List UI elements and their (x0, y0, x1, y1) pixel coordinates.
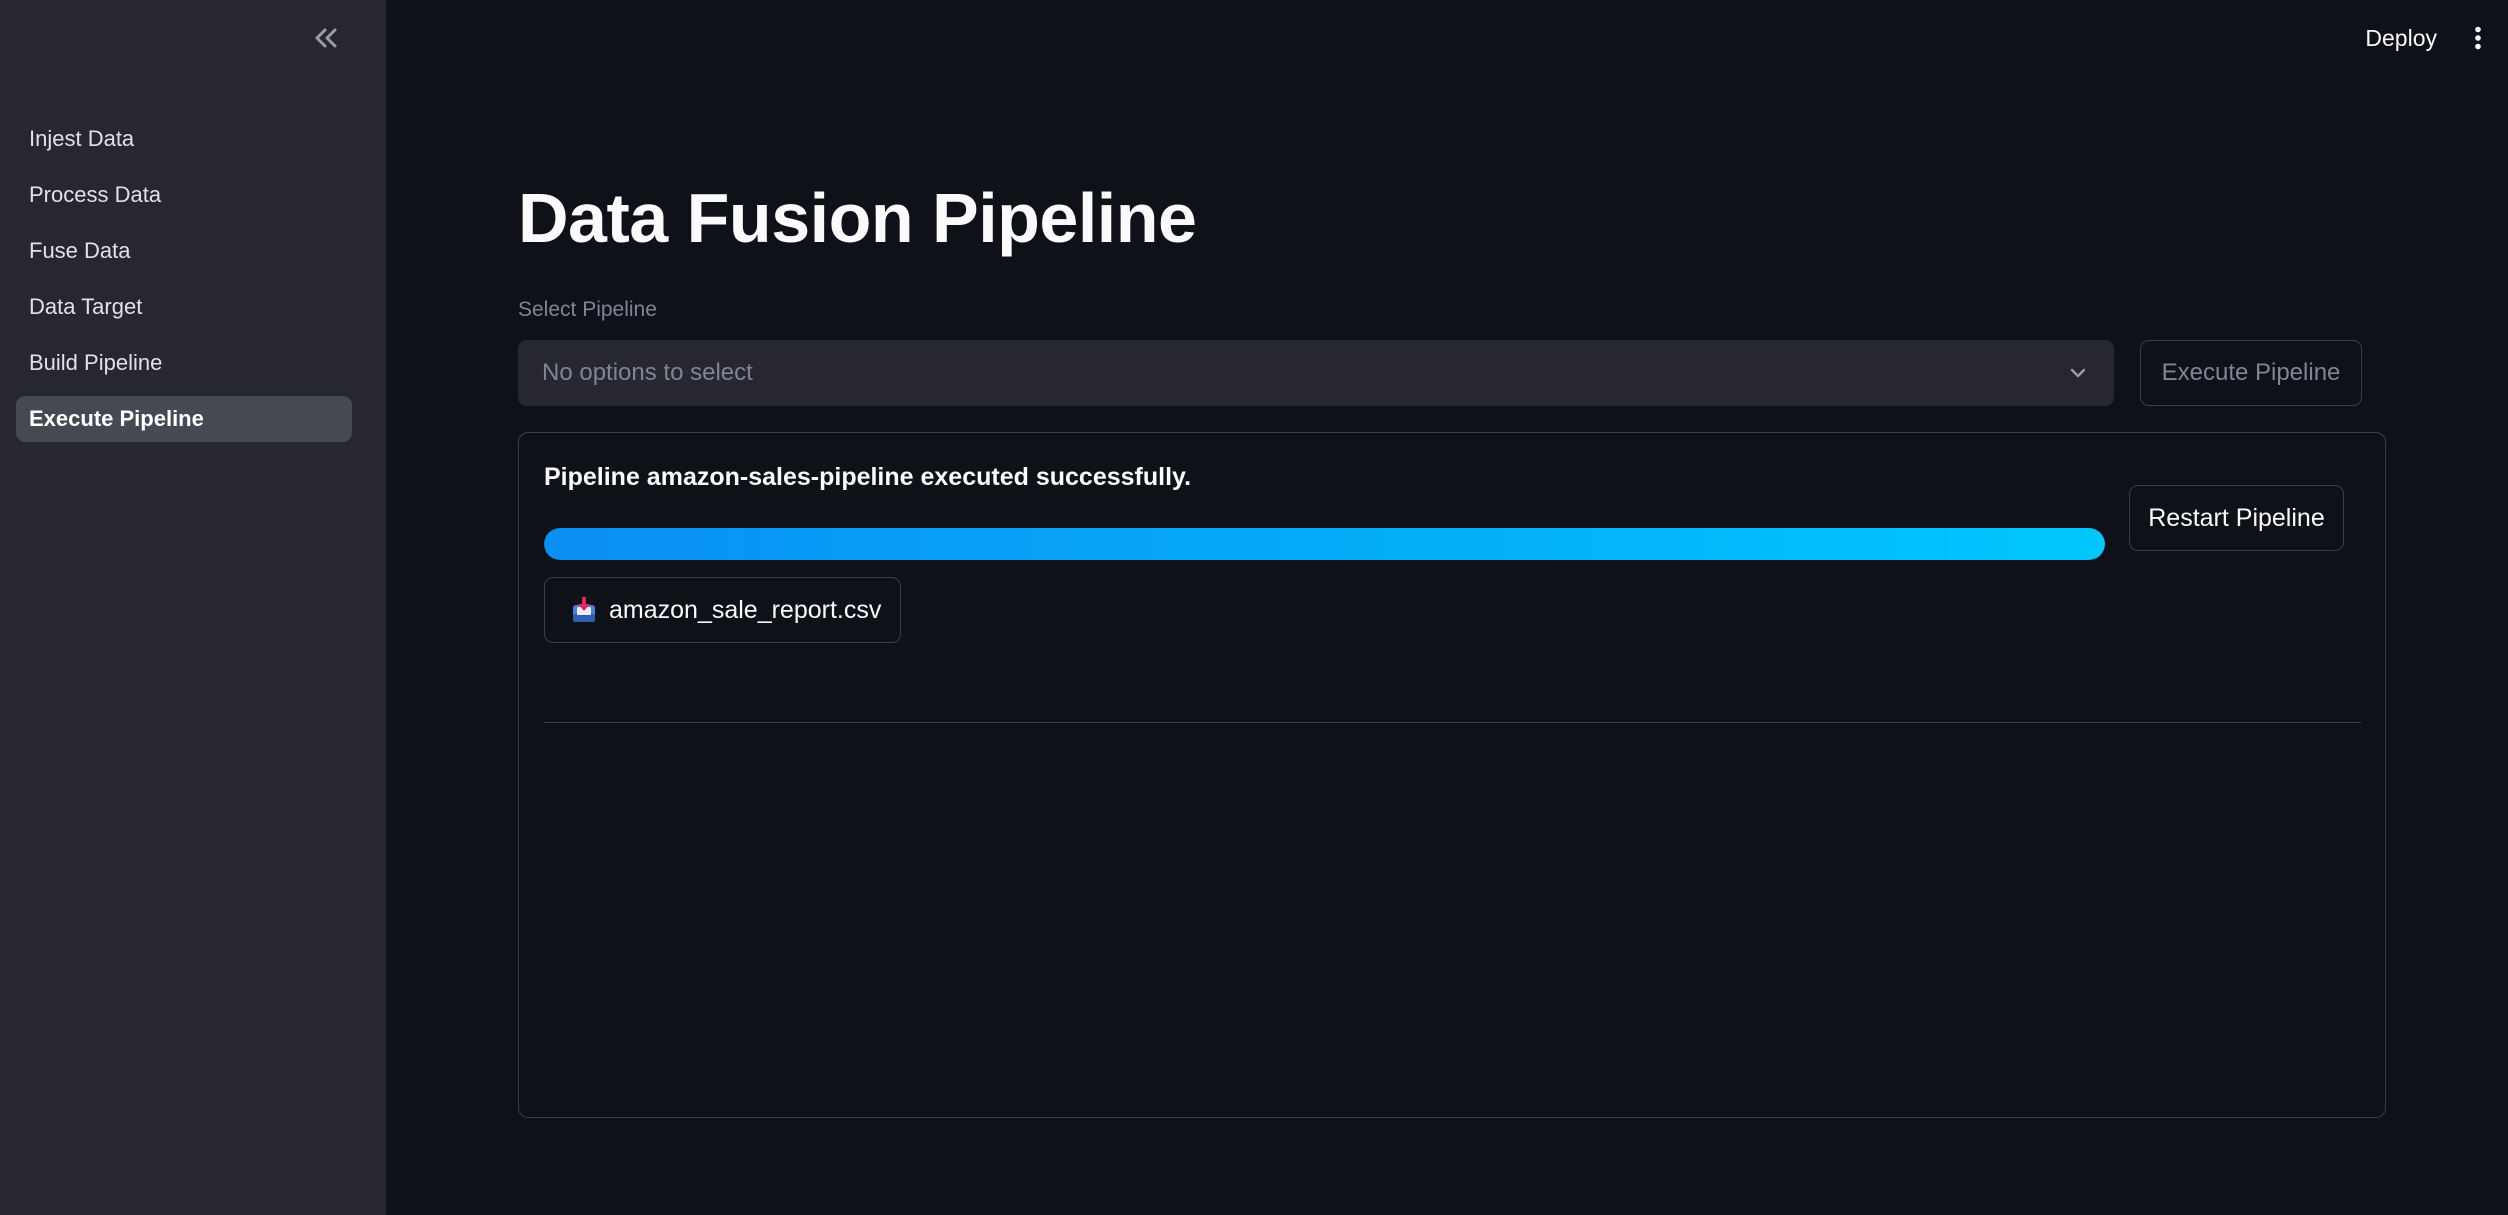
execute-pipeline-button[interactable]: Execute Pipeline (2140, 340, 2362, 406)
sidebar-item-data-target[interactable]: Data Target (16, 284, 352, 330)
main-menu-button[interactable] (2466, 22, 2490, 54)
file-download-chip[interactable]: amazon_sale_report.csv (544, 577, 902, 643)
progress-bar-fill (544, 528, 2105, 560)
file-name: amazon_sale_report.csv (609, 595, 882, 624)
restart-pipeline-button[interactable]: Restart Pipeline (2129, 485, 2344, 551)
double-chevron-left-icon (315, 28, 337, 48)
execute-pipeline-label: Execute Pipeline (2161, 359, 2341, 386)
progress-bar (544, 528, 2105, 560)
inbox-tray-icon (573, 597, 595, 622)
sidebar-item-injest-data[interactable]: Injest Data (16, 116, 352, 162)
chevron-down-icon (2070, 368, 2086, 378)
sidebar-item-label: Injest Data (29, 126, 135, 151)
sidebar-nav: Injest Data Process Data Fuse Data Data … (16, 116, 352, 452)
sidebar-item-fuse-data[interactable]: Fuse Data (16, 228, 352, 274)
select-pipeline-label: Select Pipeline (518, 298, 657, 321)
success-message: Pipeline amazon-sales-pipeline executed … (544, 463, 1192, 491)
page-title: Data Fusion Pipeline (518, 179, 1197, 257)
divider (544, 722, 2361, 723)
sidebar-item-label: Data Target (29, 294, 143, 319)
select-placeholder: No options to select (542, 359, 753, 386)
deploy-button[interactable]: Deploy (2365, 20, 2437, 56)
sidebar: Injest Data Process Data Fuse Data Data … (0, 0, 386, 1215)
kebab-menu-icon (2475, 26, 2481, 50)
app-root: Injest Data Process Data Fuse Data Data … (0, 0, 2508, 1215)
sidebar-item-label: Build Pipeline (29, 350, 163, 375)
sidebar-item-label: Process Data (29, 182, 162, 207)
sidebar-item-execute-pipeline[interactable]: Execute Pipeline (16, 396, 352, 442)
sidebar-item-process-data[interactable]: Process Data (16, 172, 352, 218)
sidebar-item-build-pipeline[interactable]: Build Pipeline (16, 340, 352, 386)
collapse-sidebar-button[interactable] (306, 18, 346, 58)
sidebar-item-label: Fuse Data (29, 238, 131, 263)
execution-result-panel: Pipeline amazon-sales-pipeline executed … (518, 432, 2386, 1118)
deploy-label: Deploy (2365, 24, 2437, 51)
select-pipeline-dropdown[interactable]: No options to select (518, 340, 2114, 406)
sidebar-item-label: Execute Pipeline (29, 406, 204, 431)
restart-pipeline-label: Restart Pipeline (2148, 503, 2325, 532)
